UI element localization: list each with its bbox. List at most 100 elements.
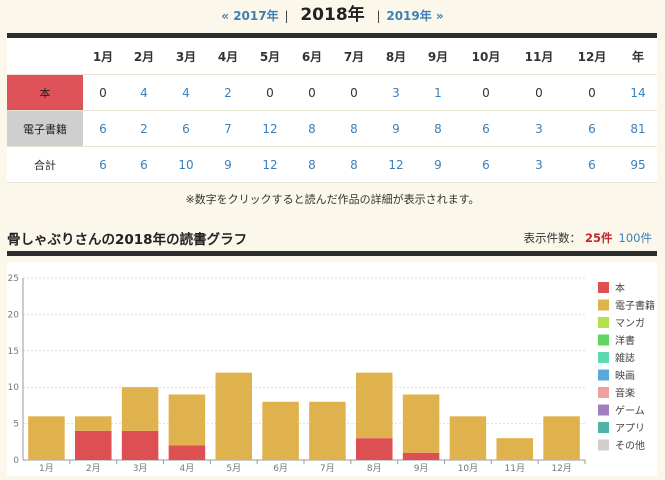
reading-stacked-bar-chart: 0 5 10 15 20 25 1月 2月 3月 4月 5月 6月 7月 8月 9月 10月 11月 12月 本電子…: [8, 274, 655, 474]
header-month: 9月: [417, 38, 459, 75]
bar-segment: [449, 416, 487, 460]
count-link[interactable]: 12: [375, 146, 417, 183]
legend-label: 映画: [615, 370, 635, 382]
header-month: 7月: [333, 38, 375, 75]
y-tick-label: 10: [8, 383, 20, 393]
display-count-label: 表示件数：: [523, 231, 582, 245]
x-tick-label: 2月: [86, 463, 101, 474]
legend-label: 洋書: [615, 334, 635, 347]
current-year: 2018年: [300, 5, 365, 25]
x-tick-label: 11月: [505, 463, 525, 474]
count-link[interactable]: 12: [249, 110, 291, 147]
bar-segment: [402, 394, 440, 453]
table-header-row: 1月 2月 3月 4月 5月 6月 7月 8月 9月 10月 11月 12月 年: [7, 38, 657, 75]
header-empty: [7, 38, 83, 75]
separator: |: [284, 9, 289, 23]
count-link[interactable]: 8: [333, 146, 375, 183]
x-tick-label: 12月: [551, 463, 571, 474]
legend-label: その他: [615, 439, 645, 452]
display-count-100-link[interactable]: 100件: [619, 231, 652, 245]
x-tick-label: 6月: [273, 463, 288, 474]
count-cell: 0: [459, 74, 513, 111]
graph-top-border: [7, 251, 657, 256]
count-link[interactable]: 6: [459, 110, 513, 147]
legend-label: 音楽: [615, 387, 635, 400]
y-tick-label: 25: [8, 274, 19, 284]
legend-swatch: [598, 387, 609, 398]
x-tick-label: 1月: [39, 463, 54, 474]
count-link[interactable]: 4: [123, 74, 165, 111]
legend-swatch: [598, 422, 609, 433]
x-tick-label: 3月: [133, 463, 148, 474]
prev-year-link[interactable]: « 2017年: [221, 9, 278, 23]
count-cell: 0: [83, 74, 123, 111]
count-link[interactable]: 1: [417, 74, 459, 111]
next-year-link[interactable]: 2019年 »: [386, 9, 443, 23]
graph-title: 骨しゃぶりさんの2018年の読書グラフ: [7, 232, 248, 248]
table-row: 本 0 4 4 2 0 0 0 3 1 0 0 0 14: [7, 74, 657, 111]
count-link[interactable]: 6: [83, 110, 123, 147]
count-link[interactable]: 4: [165, 74, 207, 111]
header-month: 2月: [123, 38, 165, 75]
count-link[interactable]: 10: [165, 146, 207, 183]
reading-stats-table: 1月 2月 3月 4月 5月 6月 7月 8月 9月 10月 11月 12月 年…: [7, 38, 657, 183]
legend-swatch: [598, 282, 609, 293]
legend-label: アプリ: [615, 423, 645, 435]
header-month: 11月: [513, 38, 565, 75]
count-link[interactable]: 9: [417, 146, 459, 183]
count-cell: 0: [565, 74, 619, 111]
count-link[interactable]: 8: [291, 146, 333, 183]
count-link[interactable]: 95: [619, 146, 657, 183]
x-tick-label: 8月: [367, 463, 382, 474]
count-link[interactable]: 6: [165, 110, 207, 147]
table-row: 合計 6 6 10 9 12 8 8 12 9 6 3 6 95: [7, 146, 657, 183]
count-link[interactable]: 6: [565, 110, 619, 147]
legend-swatch: [598, 317, 609, 328]
count-link[interactable]: 3: [375, 74, 417, 111]
header-month: 8月: [375, 38, 417, 75]
bar-segment: [28, 416, 65, 460]
count-link[interactable]: 81: [619, 110, 657, 147]
count-link[interactable]: 8: [417, 110, 459, 147]
bar-segment: [121, 387, 159, 431]
separator: |: [376, 9, 381, 23]
count-link[interactable]: 12: [249, 146, 291, 183]
count-link[interactable]: 6: [83, 146, 123, 183]
y-tick-label: 5: [13, 420, 19, 430]
bar-segment: [355, 438, 393, 460]
click-hint-note: ※数字をクリックすると読んだ作品の詳細が表示されます。: [185, 193, 480, 206]
count-link[interactable]: 7: [207, 110, 249, 147]
reading-stats-table-container: 1月 2月 3月 4月 5月 6月 7月 8月 9月 10月 11月 12月 年…: [7, 33, 657, 183]
count-link[interactable]: 6: [565, 146, 619, 183]
count-link[interactable]: 8: [333, 110, 375, 147]
legend-label: ゲーム: [615, 405, 645, 417]
x-tick-label: 5月: [226, 463, 241, 474]
count-link[interactable]: 2: [207, 74, 249, 111]
count-link[interactable]: 3: [513, 110, 565, 147]
count-link[interactable]: 9: [375, 110, 417, 147]
header-month: 1月: [83, 38, 123, 75]
legend-swatch: [598, 404, 609, 416]
header-month: 12月: [565, 38, 619, 75]
header-month: 6月: [291, 38, 333, 75]
count-link[interactable]: 6: [459, 146, 513, 183]
count-link[interactable]: 3: [513, 146, 565, 183]
legend-swatch: [598, 369, 609, 381]
legend-label: マンガ: [615, 318, 645, 330]
legend-label: 雑誌: [615, 352, 635, 365]
count-cell: 0: [333, 74, 375, 111]
count-link[interactable]: 6: [123, 146, 165, 183]
count-link[interactable]: 14: [619, 74, 657, 111]
header-month: 4月: [207, 38, 249, 75]
count-link[interactable]: 9: [207, 146, 249, 183]
bar-segment: [309, 401, 346, 460]
bar-segment: [543, 416, 580, 460]
count-cell: 0: [291, 74, 333, 111]
x-tick-label: 4月: [180, 463, 195, 474]
bar-segment: [402, 452, 440, 460]
y-tick-label: 0: [13, 456, 19, 466]
count-link[interactable]: 8: [291, 110, 333, 147]
count-link[interactable]: 2: [123, 110, 165, 147]
x-tick-label: 7月: [320, 463, 335, 474]
bar-segment: [168, 394, 206, 446]
